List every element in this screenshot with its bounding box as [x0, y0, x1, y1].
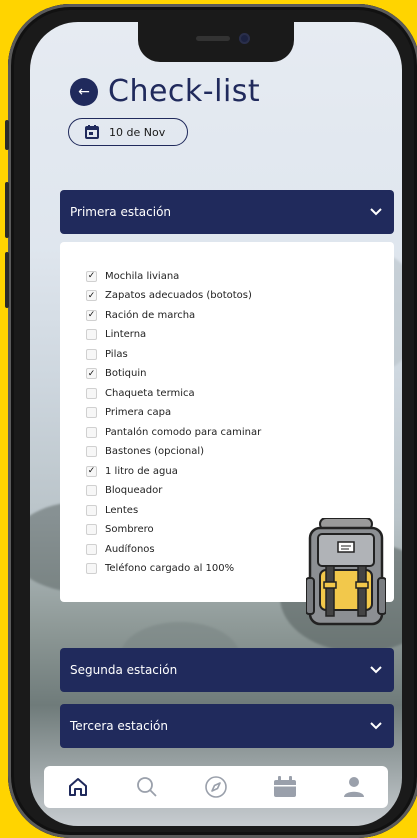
checklist-item[interactable]: Sombrero	[86, 522, 154, 538]
bottom-nav	[44, 766, 388, 808]
back-button[interactable]: ←	[70, 77, 98, 106]
checkbox-unchecked[interactable]	[86, 504, 97, 516]
checklist-item-label: Sombrero	[105, 524, 154, 535]
chevron-down-icon	[370, 208, 382, 216]
checklist-item[interactable]: Bastones (opcional)	[86, 444, 204, 460]
checklist-item[interactable]: ✓ Zapatos adecuados (bototos)	[86, 288, 252, 304]
checkbox-unchecked[interactable]	[86, 446, 97, 457]
checkbox-unchecked[interactable]	[86, 348, 97, 360]
nav-calendar[interactable]	[267, 773, 303, 801]
arrow-left-icon: ←	[78, 83, 90, 100]
checklist-item-label: 1 litro de agua	[105, 465, 178, 477]
notch	[138, 22, 294, 62]
checklist-item-label: Teléfono cargado al 100%	[105, 563, 235, 574]
checkbox-checked[interactable]: ✓	[86, 368, 97, 379]
header: ← Check-list	[70, 74, 260, 109]
checklist-item-label: Ración de marcha	[105, 309, 196, 321]
checkbox-checked[interactable]: ✓	[86, 270, 97, 282]
nav-home[interactable]	[60, 773, 96, 801]
checkbox-unchecked[interactable]	[86, 563, 97, 574]
checklist-item[interactable]: Pilas	[86, 346, 128, 362]
checklist-item-label: Mochila liviana	[105, 270, 180, 282]
checklist-item[interactable]: Linterna	[86, 327, 146, 343]
checkbox-checked[interactable]: ✓	[86, 290, 97, 301]
mute-switch	[5, 120, 9, 150]
nav-profile[interactable]	[336, 773, 372, 801]
section-primera-estacion[interactable]: Primera estación	[60, 190, 394, 234]
section-segunda-estacion[interactable]: Segunda estación	[60, 648, 394, 692]
checkbox-checked[interactable]: ✓	[86, 465, 97, 477]
volume-up-button	[5, 182, 9, 238]
checklist-item-label: Chaqueta termica	[105, 387, 195, 399]
nav-explore[interactable]	[198, 773, 234, 801]
checklist-item[interactable]: ✓ Ración de marcha	[86, 307, 195, 323]
checkbox-checked[interactable]: ✓	[86, 309, 97, 321]
volume-down-button	[5, 252, 9, 308]
section-label: Tercera estación	[70, 719, 168, 733]
checklist-item[interactable]: ✓ Botiquin	[86, 366, 146, 382]
date-selector[interactable]: 10 de Nov	[68, 118, 188, 146]
checklist-item-label: Pilas	[105, 348, 128, 360]
checklist-item-label: Audífonos	[105, 543, 155, 555]
section-label: Primera estación	[70, 205, 172, 219]
app-screen: ← Check-list 10 de Nov Primera estación …	[30, 22, 402, 826]
section-tercera-estacion[interactable]: Tercera estación	[60, 704, 394, 748]
section-label: Segunda estación	[70, 663, 178, 677]
checklist-item[interactable]: Audífonos	[86, 541, 155, 557]
date-label: 10 de Nov	[109, 125, 166, 139]
profile-icon	[343, 777, 364, 797]
checklist-item-label: Primera capa	[105, 407, 172, 418]
checklist-item-label: Zapatos adecuados (bototos)	[105, 290, 252, 301]
speaker	[196, 36, 230, 41]
home-icon	[69, 778, 88, 796]
backpack-illustration	[306, 518, 386, 626]
checklist-item[interactable]: Lentes	[86, 502, 138, 518]
compass-icon	[205, 776, 227, 798]
checklist-item[interactable]: Chaqueta termica	[86, 385, 195, 401]
calendar-icon	[273, 776, 296, 797]
checkbox-unchecked[interactable]	[86, 524, 97, 535]
checklist-item[interactable]: ✓ 1 litro de agua	[86, 463, 178, 479]
checkbox-unchecked[interactable]	[86, 387, 97, 399]
checklist-item-label: Bloqueador	[105, 485, 163, 496]
checkbox-unchecked[interactable]	[86, 407, 97, 418]
checklist-item-label: Lentes	[105, 504, 139, 516]
calendar-icon	[85, 125, 99, 139]
checklist-item-label: Pantalón comodo para caminar	[105, 426, 262, 438]
checkbox-unchecked[interactable]	[86, 543, 97, 555]
checklist-item[interactable]: ✓ Mochila liviana	[86, 268, 179, 284]
checklist-item[interactable]: Teléfono cargado al 100%	[86, 561, 234, 577]
search-icon	[137, 777, 157, 797]
checklist-item[interactable]: Pantalón comodo para caminar	[86, 424, 261, 440]
checklist-item-label: Linterna	[105, 329, 147, 340]
checkbox-unchecked[interactable]	[86, 329, 97, 340]
checklist-card: ✓ Mochila liviana ✓ Zapatos adecuados (boto…	[60, 242, 394, 626]
checklist-item[interactable]: Primera capa	[86, 405, 171, 421]
checklist-item-label: Botiquin	[105, 368, 147, 379]
checklist-item[interactable]: Bloqueador	[86, 483, 162, 499]
nav-search[interactable]	[129, 773, 165, 801]
chevron-down-icon	[370, 666, 382, 674]
checklist-item-label: Bastones (opcional)	[105, 446, 205, 457]
page-title: Check-list	[108, 74, 261, 109]
checkbox-unchecked[interactable]	[86, 426, 97, 438]
front-camera	[239, 33, 250, 44]
checkbox-unchecked[interactable]	[86, 485, 97, 496]
chevron-down-icon	[370, 722, 382, 730]
phone-frame: ← Check-list 10 de Nov Primera estación …	[5, 4, 417, 838]
